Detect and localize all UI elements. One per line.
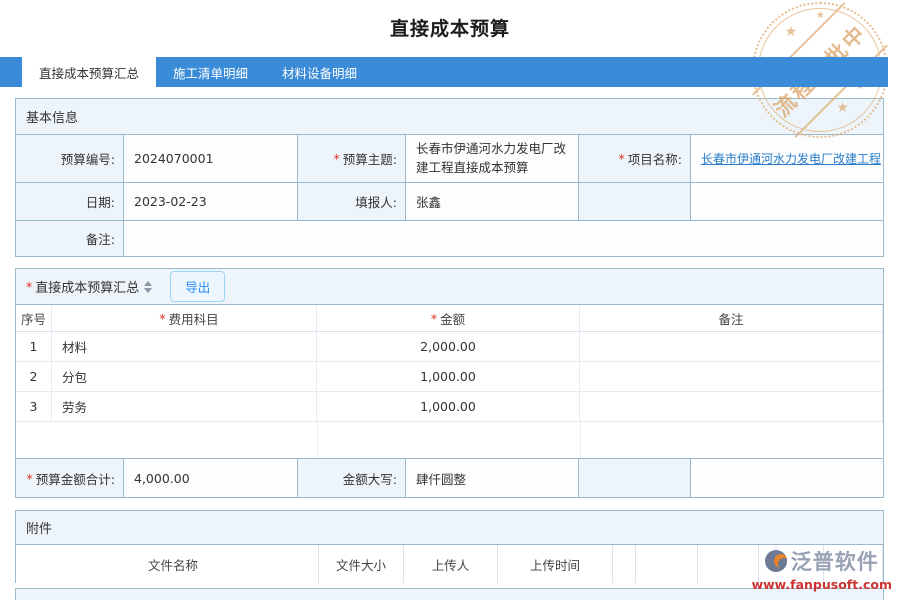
row-amount: 2,000.00 [317,332,580,361]
remark-label: 备注: [16,221,124,256]
sort-icon[interactable] [144,281,152,293]
date-label: 日期: [16,183,124,220]
table-empty-area [16,422,883,458]
row-remark [580,362,883,391]
empty-column [698,545,759,583]
col-header-file-size: 文件大小 [319,545,404,583]
empty-value-cell [691,183,883,220]
page: 直接成本预算 直接成本预算汇总 施工清单明细 材料设备明细 ★ ★ ★ ★ ★ … [0,0,900,600]
cost-summary-title: 直接成本预算汇总 [35,277,139,296]
attachments-header: 附件 [16,511,883,545]
date-value: 2023-02-23 [124,183,298,220]
required-mark: * [26,279,32,294]
subject-label: *预算主题: [298,135,406,182]
reporter-label: 填报人: [298,183,406,220]
col-header-subject: *费用科目 [52,305,317,331]
reporter-value: 张鑫 [406,183,579,220]
required-mark: * [27,471,33,486]
row-amount: 1,000.00 [317,362,580,391]
basic-info-section: 基本信息 预算编号: 2024070001 *预算主题: 长春市伊通河水力发电厂… [15,98,884,257]
table-row: 1 材料 2,000.00 [16,332,883,362]
row-subject: 材料 [52,332,317,361]
tab-material-equipment-detail[interactable]: 材料设备明细 [265,57,374,87]
budget-no-label: 预算编号: [16,135,124,182]
row-subject: 劳务 [52,392,317,421]
row-remark [580,332,883,361]
col-header-upload-time: 上传时间 [498,545,613,583]
basic-info-header: 基本信息 [16,99,883,135]
tab-bar: 直接成本预算汇总 施工清单明细 材料设备明细 [0,57,888,87]
column-divider [580,422,581,458]
export-button[interactable]: 导出 [170,271,225,302]
brand-watermark: 泛普软件 www.fanpusoft.com [752,546,892,592]
required-mark: * [431,311,437,326]
project-link[interactable]: 长春市伊通河水力发电厂改建工程 [701,150,881,167]
col-header-no: 序号 [16,305,52,331]
required-mark: * [159,311,165,326]
amount-words-label: 金额大写: [298,459,406,497]
tab-direct-cost-summary[interactable]: 直接成本预算汇总 [22,57,156,87]
cost-summary-header: * 直接成本预算汇总 导出 [16,269,883,305]
row-no: 3 [16,392,52,421]
basic-info-row-2: 日期: 2023-02-23 填报人: 张鑫 [16,183,883,221]
total-row: *预算金额合计: 4,000.00 金额大写: 肆仟圆整 [16,458,883,497]
total-value: 4,000.00 [124,459,298,497]
tab-construction-list-detail[interactable]: 施工清单明细 [156,57,265,87]
budget-no-value: 2024070001 [124,135,298,182]
project-value: 长春市伊通河水力发电厂改建工程 [691,135,883,182]
project-label: *项目名称: [579,135,691,182]
col-header-file-name: 文件名称 [16,545,319,583]
amount-words-value: 肆仟圆整 [406,459,579,497]
empty-label-cell [579,459,691,497]
brand-url: www.fanpusoft.com [752,577,892,592]
row-no: 2 [16,362,52,391]
row-amount: 1,000.00 [317,392,580,421]
col-header-amount: *金额 [317,305,580,331]
col-header-uploader: 上传人 [404,545,498,583]
basic-info-row-3: 备注: [16,221,883,256]
empty-column [613,545,636,583]
empty-value-cell [691,459,883,497]
row-subject: 分包 [52,362,317,391]
row-no: 1 [16,332,52,361]
table-row: 2 分包 1,000.00 [16,362,883,392]
col-header-remark: 备注 [580,305,883,331]
fanpu-logo-icon [765,550,787,572]
cost-summary-column-headers: 序号 *费用科目 *金额 备注 [16,305,883,332]
remark-value [124,221,883,256]
basic-info-row-1: 预算编号: 2024070001 *预算主题: 长春市伊通河水力发电厂改建工程直… [16,135,883,183]
brand-name: 泛普软件 [791,546,879,576]
total-label: *预算金额合计: [16,459,124,497]
row-remark [580,392,883,421]
column-divider [317,422,318,458]
subject-value: 长春市伊通河水力发电厂改建工程直接成本预算 [406,135,579,182]
page-title: 直接成本预算 [0,14,900,41]
required-mark: * [334,151,340,166]
empty-label-cell [579,183,691,220]
empty-column [636,545,698,583]
table-row: 3 劳务 1,000.00 [16,392,883,422]
required-mark: * [619,151,625,166]
cost-summary-section: * 直接成本预算汇总 导出 序号 *费用科目 *金额 备注 1 材料 2,000… [15,268,884,498]
